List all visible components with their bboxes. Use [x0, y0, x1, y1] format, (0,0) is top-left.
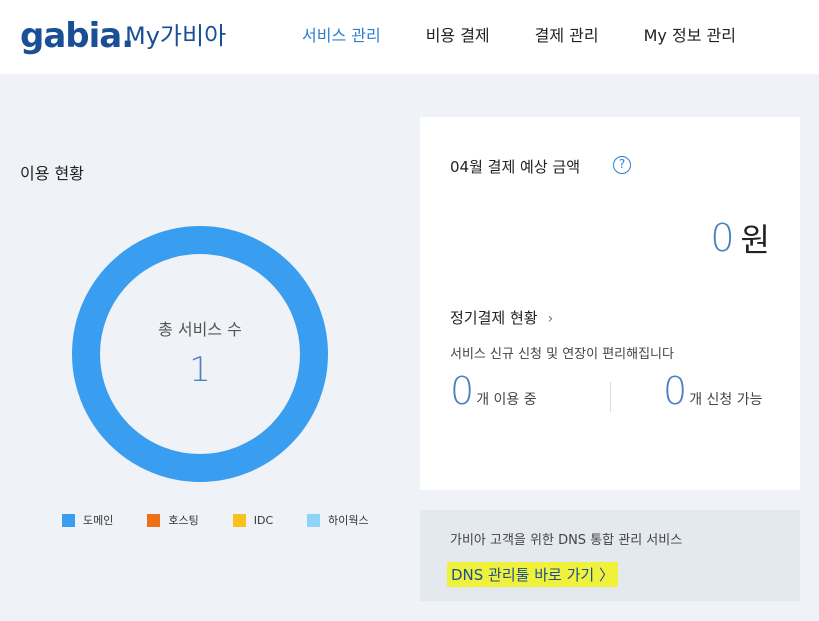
- gabia-logo[interactable]: gabia.: [20, 14, 134, 58]
- recurring-description: 서비스 신규 신청 및 연장이 편리해집니다: [450, 347, 674, 362]
- nav-my-info[interactable]: My 정보 관리: [644, 22, 736, 46]
- available-label: 개 신청 가능: [689, 392, 763, 408]
- legend-item-hiworks: 하이웍스: [307, 512, 369, 528]
- total-services-value: 1: [189, 350, 211, 390]
- in-use-count: 0: [450, 369, 475, 413]
- legend-label: 호스팅: [168, 514, 199, 527]
- question-circle-icon[interactable]: ?: [613, 156, 631, 174]
- legend-label: 도메인: [83, 514, 114, 527]
- legend-swatch-hosting: [147, 513, 161, 527]
- dns-promo-box: 가비아 고객을 위한 DNS 통합 관리 서비스 DNS 관리툴 바로 가기 〉: [420, 510, 800, 601]
- stat-divider: [610, 382, 611, 412]
- nav-service-management[interactable]: 서비스 관리: [302, 22, 381, 46]
- recurring-title: 정기결제 현황: [450, 309, 538, 327]
- nav-payment-management[interactable]: 결제 관리: [535, 22, 599, 46]
- dns-manager-link[interactable]: DNS 관리툴 바로 가기 〉: [447, 562, 618, 587]
- recurring-payment-link[interactable]: 정기결제 현황 ›: [450, 307, 553, 328]
- main-nav: 서비스 관리 비용 결제 결제 관리 My 정보 관리: [302, 22, 781, 46]
- usage-title: 이용 현황: [20, 164, 84, 183]
- legend-swatch-hiworks: [307, 513, 321, 527]
- legend-item-hosting: 호스팅: [147, 512, 199, 528]
- in-use-stat: 0 개 이용 중: [450, 369, 537, 413]
- legend-swatch-domain: [62, 513, 75, 527]
- available-count: 0: [663, 369, 688, 413]
- available-stat: 0 개 신청 가능: [663, 369, 763, 413]
- amount-value: 0: [710, 216, 735, 260]
- total-services-label: 총 서비스 수: [158, 320, 242, 339]
- amount-unit: 원: [740, 221, 770, 259]
- payment-card: 04월 결제 예상 금액 ? 0원 정기결제 현황 › 서비스 신규 신청 및 연…: [420, 117, 800, 490]
- chevron-right-icon: ›: [547, 311, 554, 327]
- legend-item-idc: IDC: [232, 512, 274, 528]
- legend-item-domain: 도메인: [62, 512, 113, 528]
- top-header: gabia. My가비아 서비스 관리 비용 결제 결제 관리 My 정보 관리: [0, 0, 819, 74]
- expected-amount: 0원: [710, 215, 770, 261]
- app-title[interactable]: My가비아: [125, 16, 226, 51]
- in-use-label: 개 이용 중: [476, 392, 537, 408]
- dns-description: 가비아 고객을 위한 DNS 통합 관리 서비스: [450, 533, 683, 548]
- expected-payment-title: 04월 결제 예상 금액: [450, 158, 580, 176]
- legend-label: IDC: [253, 513, 274, 527]
- legend-swatch-idc: [232, 513, 246, 527]
- legend-label: 하이웍스: [328, 514, 369, 527]
- logo-wordmark: gabia.: [20, 16, 134, 56]
- nav-billing[interactable]: 비용 결제: [426, 22, 490, 46]
- chart-legend: 도메인 호스팅 IDC 하이웍스: [62, 512, 403, 528]
